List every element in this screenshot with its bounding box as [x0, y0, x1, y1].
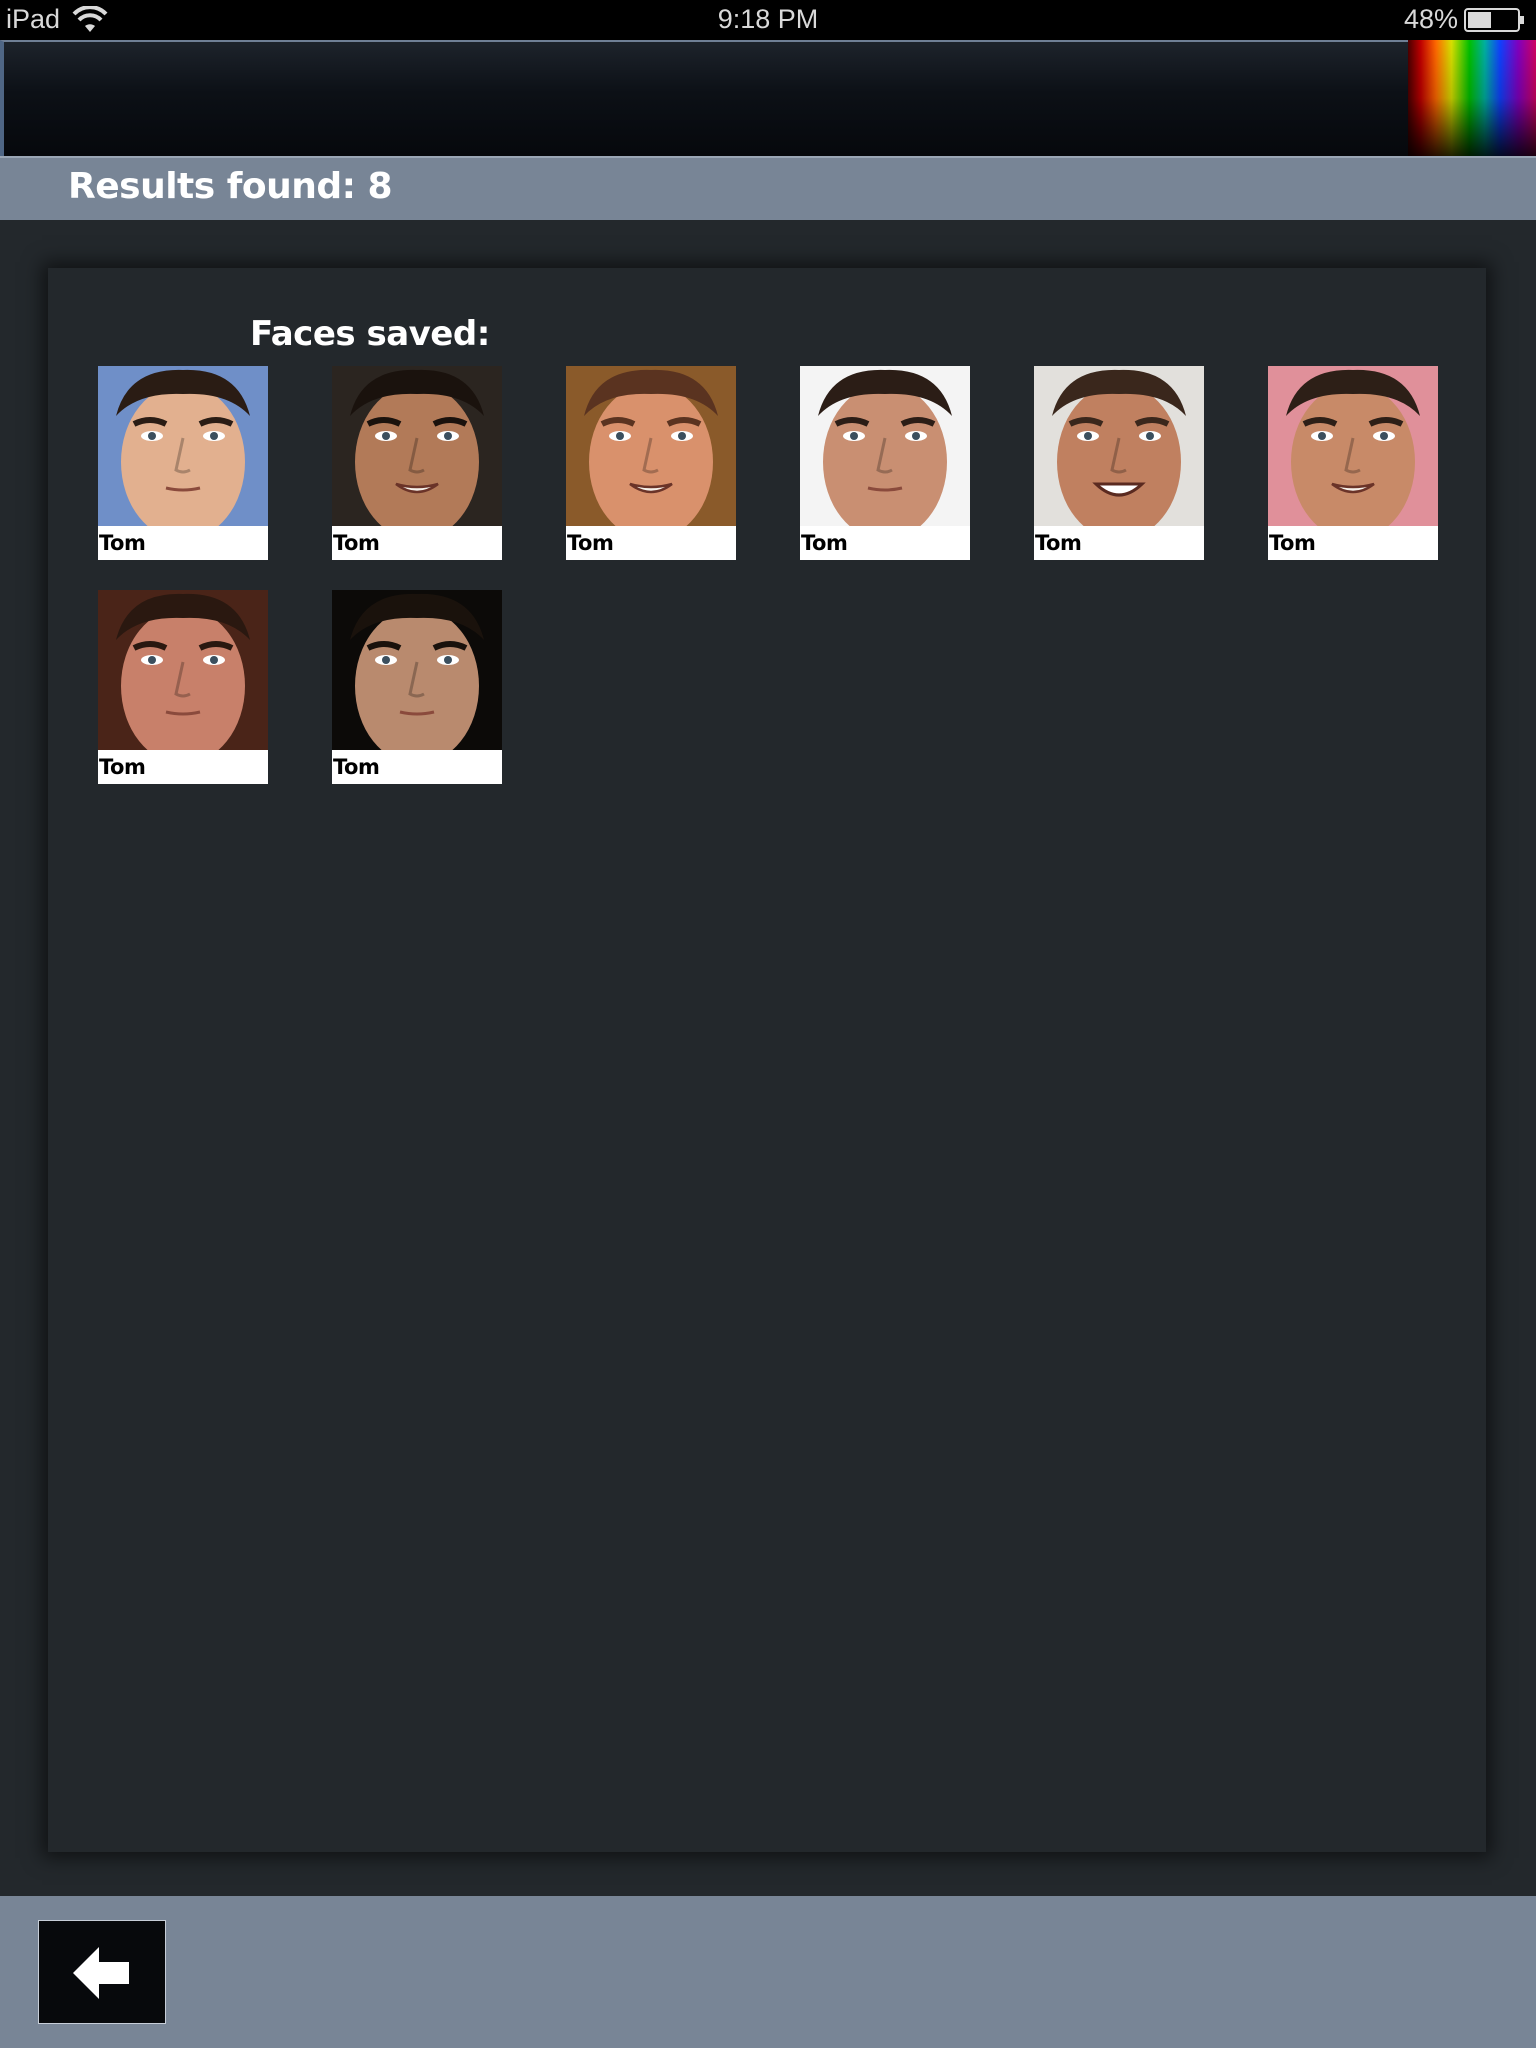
faces-saved-title: Faces saved: — [250, 314, 490, 354]
status-time: 9:18 PM — [717, 4, 819, 34]
face-name-label: Tom — [567, 531, 614, 555]
face-name-label: Tom — [801, 531, 848, 555]
results-header: Results found: 8 — [0, 156, 1536, 220]
face-photo — [1268, 366, 1438, 526]
face-photo — [1034, 366, 1204, 526]
face-card[interactable]: Tom — [332, 366, 502, 560]
face-card[interactable]: Tom — [566, 366, 736, 560]
face-name-label: Tom — [99, 531, 146, 555]
color-spectrum-swatch[interactable] — [1408, 40, 1536, 156]
face-photo — [332, 366, 502, 526]
face-card[interactable]: Tom — [332, 590, 502, 784]
face-name-label: Tom — [99, 755, 146, 779]
back-button[interactable] — [38, 1920, 166, 2024]
face-name-label: Tom — [1269, 531, 1316, 555]
face-photo — [566, 366, 736, 526]
results-count: Results found: 8 — [68, 166, 393, 207]
face-photo — [98, 366, 268, 526]
face-photo — [800, 366, 970, 526]
battery-icon — [1464, 8, 1524, 32]
status-bar: iPad 9:18 PM 48% — [0, 0, 1536, 40]
face-card[interactable]: Tom — [98, 366, 268, 560]
face-card[interactable]: Tom — [800, 366, 970, 560]
faces-panel: Faces saved: Tom Tom Tom Tom Tom Tom Tom Tom — [48, 268, 1486, 1852]
battery-percentage: 48% — [1403, 4, 1458, 34]
face-card[interactable]: Tom — [98, 590, 268, 784]
top-toolbar — [0, 40, 1536, 156]
face-card[interactable]: Tom — [1034, 366, 1204, 560]
face-name-label: Tom — [333, 531, 380, 555]
face-name-label: Tom — [1035, 531, 1082, 555]
face-photo — [332, 590, 502, 750]
arrow-left-icon — [73, 1947, 129, 1999]
face-name-label: Tom — [333, 755, 380, 779]
bottom-toolbar — [0, 1896, 1536, 2048]
face-photo — [98, 590, 268, 750]
face-card[interactable]: Tom — [1268, 366, 1438, 560]
